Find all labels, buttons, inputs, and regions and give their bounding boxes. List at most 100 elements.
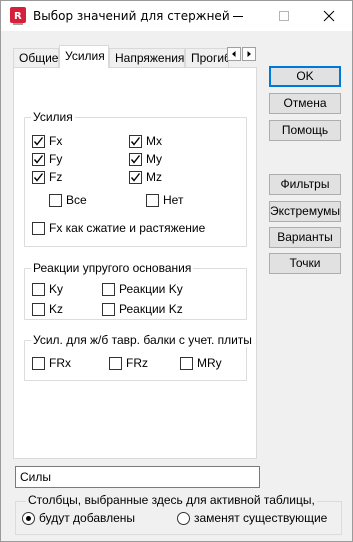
svg-text:R: R bbox=[14, 11, 22, 22]
tab-panel-forces: Усилия Fx Fy Fz Mx My Mz Все Нет Fx как … bbox=[13, 67, 257, 459]
checkbox-kz[interactable]: Kz bbox=[32, 302, 63, 316]
maximize-button[interactable] bbox=[261, 1, 307, 31]
tab-general[interactable]: Общие bbox=[13, 48, 59, 67]
checkbox-ky-label: Ky bbox=[49, 282, 64, 296]
checkbox-fz[interactable]: Fz bbox=[32, 170, 62, 184]
checkbox-mx[interactable]: Mx bbox=[129, 134, 162, 148]
checkbox-my-label: My bbox=[146, 152, 162, 166]
tab-stresses[interactable]: Напряжения bbox=[109, 48, 185, 67]
checkbox-fx-box[interactable] bbox=[32, 134, 45, 148]
checkbox-frz[interactable]: FRz bbox=[109, 356, 148, 370]
app-logo-icon: R bbox=[10, 7, 26, 25]
extremums-button[interactable]: Экстремумы bbox=[269, 201, 341, 222]
arrow-left-icon bbox=[232, 51, 236, 57]
checkbox-mry-box[interactable] bbox=[180, 356, 193, 370]
checkbox-fx[interactable]: Fx bbox=[32, 134, 62, 148]
radio-add-columns-circle[interactable] bbox=[22, 511, 35, 525]
maximize-icon bbox=[279, 11, 289, 21]
checkbox-none-box[interactable] bbox=[146, 193, 159, 207]
checkbox-reaction-ky[interactable]: Реакции Ky bbox=[102, 282, 183, 296]
checkbox-reaction-kz-box[interactable] bbox=[102, 302, 115, 316]
checkbox-fz-box[interactable] bbox=[32, 170, 45, 184]
window-title: Выбор значений для стержней bbox=[33, 9, 230, 23]
close-button[interactable] bbox=[306, 1, 352, 31]
help-button[interactable]: Помощь bbox=[269, 120, 341, 141]
checkbox-kz-box[interactable] bbox=[32, 302, 45, 316]
tab-scroll-left-button[interactable] bbox=[227, 47, 241, 61]
columns-mode-group: Столбцы, выбранные здесь для активной та… bbox=[15, 493, 342, 535]
checkbox-kz-label: Kz bbox=[49, 302, 64, 316]
arrow-right-icon bbox=[247, 51, 251, 57]
radio-replace-columns-circle[interactable] bbox=[177, 511, 190, 525]
tab-strip: Общие Усилия Напряжения Прогиб bbox=[13, 45, 257, 68]
checkbox-frx-label: FRx bbox=[49, 356, 71, 370]
check-icon bbox=[33, 172, 44, 182]
checkbox-mz-box[interactable] bbox=[129, 170, 142, 184]
checkbox-fy-box[interactable] bbox=[32, 152, 45, 166]
checkbox-ky[interactable]: Ky bbox=[32, 282, 63, 296]
tab-deflection[interactable]: Прогиб bbox=[185, 48, 229, 67]
radio-replace-columns[interactable]: заменят существующие bbox=[177, 511, 327, 525]
tab-deflection-label: Прогиб bbox=[191, 51, 229, 65]
checkbox-my[interactable]: My bbox=[129, 152, 162, 166]
radio-replace-columns-label: заменят существующие bbox=[194, 511, 328, 525]
elastic-foundation-legend: Реакции упругого основания bbox=[31, 261, 194, 275]
filters-button[interactable]: Фильтры bbox=[269, 174, 341, 195]
checkbox-reaction-ky-label: Реакции Ky bbox=[119, 282, 183, 296]
columns-mode-legend: Столбцы, выбранные здесь для активной та… bbox=[26, 493, 317, 507]
checkbox-frx-box[interactable] bbox=[32, 356, 45, 370]
radio-add-columns[interactable]: будут добавлены bbox=[22, 511, 135, 525]
checkbox-frz-box[interactable] bbox=[109, 356, 122, 370]
checkbox-my-box[interactable] bbox=[129, 152, 142, 166]
checkbox-none[interactable]: Нет bbox=[146, 193, 183, 207]
check-icon bbox=[130, 136, 141, 146]
checkbox-mry-label: MRy bbox=[197, 356, 222, 370]
checkbox-fx-label: Fx bbox=[49, 134, 63, 148]
table-name-input[interactable] bbox=[15, 466, 260, 488]
variants-button[interactable]: Варианты bbox=[269, 227, 341, 248]
checkbox-fz-label: Fz bbox=[49, 170, 63, 184]
close-icon bbox=[323, 10, 335, 22]
checkbox-fy[interactable]: Fy bbox=[32, 152, 62, 166]
checkbox-mx-label: Mx bbox=[146, 134, 162, 148]
tab-scroll-right-button[interactable] bbox=[242, 47, 256, 61]
checkbox-ky-box[interactable] bbox=[32, 282, 45, 296]
checkbox-all-label: Все bbox=[66, 193, 87, 207]
checkbox-none-label: Нет bbox=[163, 193, 184, 207]
minimize-icon bbox=[233, 16, 243, 17]
tab-general-label: Общие bbox=[19, 51, 59, 65]
checkbox-reaction-kz[interactable]: Реакции Kz bbox=[102, 302, 183, 316]
forces-group-legend: Усилия bbox=[31, 110, 75, 124]
points-button[interactable]: Точки bbox=[269, 253, 341, 274]
check-icon bbox=[130, 154, 141, 164]
dialog-window: R Выбор значений для стержней Общие Усил… bbox=[0, 0, 353, 542]
title-bar: R Выбор значений для стержней bbox=[1, 1, 352, 31]
checkbox-all-box[interactable] bbox=[49, 193, 62, 207]
tab-forces[interactable]: Усилия bbox=[59, 45, 109, 68]
radio-add-columns-label: будут добавлены bbox=[39, 511, 136, 525]
forces-group: Усилия Fx Fy Fz Mx My Mz Все Нет Fx как … bbox=[24, 110, 247, 247]
check-icon bbox=[33, 136, 44, 146]
checkbox-frz-label: FRz bbox=[126, 356, 148, 370]
checkbox-reaction-kz-label: Реакции Kz bbox=[119, 302, 183, 316]
elastic-foundation-group: Реакции упругого основания Ky Kz Реакции… bbox=[24, 261, 247, 320]
tab-stresses-label: Напряжения bbox=[115, 51, 185, 65]
checkbox-mz-label: Mz bbox=[146, 170, 162, 184]
checkbox-mz[interactable]: Mz bbox=[129, 170, 162, 184]
checkbox-fy-label: Fy bbox=[49, 152, 63, 166]
checkbox-reaction-ky-box[interactable] bbox=[102, 282, 115, 296]
checkbox-all[interactable]: Все bbox=[49, 193, 87, 207]
tbeam-group: Усил. для ж/б тавр. балки с учет. плиты … bbox=[24, 333, 254, 381]
checkbox-fx-compression-box[interactable] bbox=[32, 221, 45, 235]
cancel-button[interactable]: Отмена bbox=[269, 93, 341, 114]
check-icon bbox=[130, 172, 141, 182]
minimize-button[interactable] bbox=[215, 1, 261, 31]
checkbox-mry[interactable]: MRy bbox=[180, 356, 222, 370]
check-icon bbox=[33, 154, 44, 164]
checkbox-mx-box[interactable] bbox=[129, 134, 142, 148]
tbeam-group-legend: Усил. для ж/б тавр. балки с учет. плиты bbox=[31, 333, 254, 347]
ok-button[interactable]: OK bbox=[269, 66, 341, 87]
tab-forces-label: Усилия bbox=[65, 49, 105, 63]
checkbox-fx-compression[interactable]: Fx как сжатие и растяжение bbox=[32, 221, 205, 235]
checkbox-frx[interactable]: FRx bbox=[32, 356, 71, 370]
